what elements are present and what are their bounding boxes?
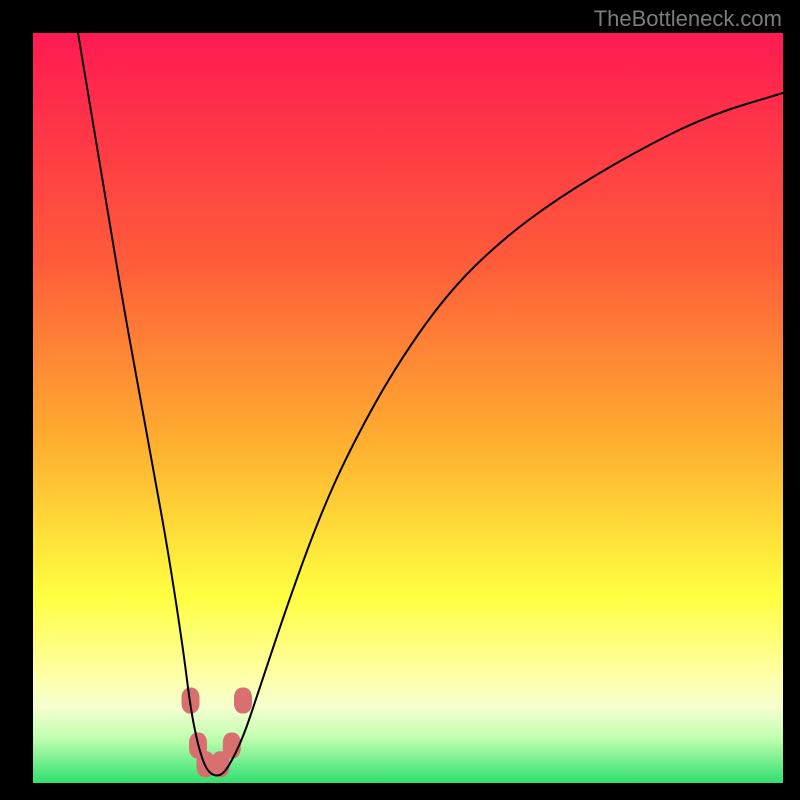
marker-group (182, 688, 253, 778)
bottleneck-curve (78, 33, 783, 776)
plot-area (33, 33, 783, 783)
watermark-text: TheBottleneck.com (594, 6, 782, 32)
curve-layer (33, 33, 783, 783)
marker-point (234, 688, 252, 714)
